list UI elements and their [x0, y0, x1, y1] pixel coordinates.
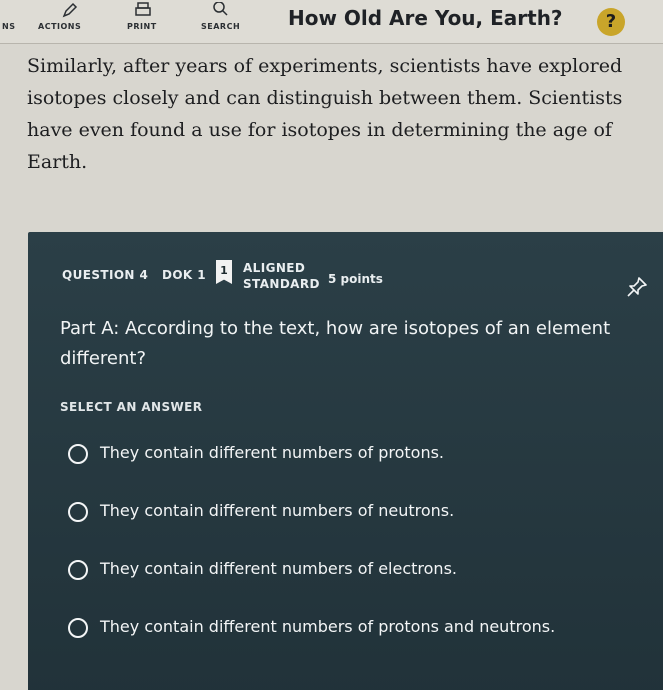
answer-option-4[interactable]: They contain different numbers of proton… — [68, 614, 588, 640]
toolbar-item-actions[interactable]: ACTIONS — [38, 22, 81, 31]
standard-badge: 1 — [216, 260, 232, 284]
question-prompt: Part A: According to the text, how are i… — [60, 318, 611, 369]
select-answer-label: SELECT AN ANSWER — [60, 400, 203, 414]
top-toolbar: NS ACTIONS PRINT SEARCH How Old Are You,… — [0, 0, 663, 44]
search-icon — [213, 2, 228, 16]
question-number: QUESTION 4 DOK 1 — [62, 268, 206, 282]
question-panel: QUESTION 4 DOK 1 1 ALIGNED STANDARD 5 po… — [28, 232, 663, 690]
answer-option-text: They contain different numbers of electr… — [100, 559, 457, 578]
toolbar-item-print[interactable]: PRINT — [127, 22, 157, 31]
toolbar-item-ns[interactable]: NS — [2, 22, 15, 31]
answer-option-text: They contain different numbers of proton… — [100, 443, 444, 462]
dok-level: DOK 1 — [161, 268, 206, 282]
aligned-standard-link[interactable]: ALIGNED STANDARD — [243, 260, 320, 292]
answer-option-1[interactable]: They contain different numbers of proton… — [68, 440, 588, 466]
page-title: How Old Are You, Earth? — [288, 6, 563, 30]
printer-icon — [135, 2, 151, 16]
answer-option-text: They contain different numbers of neutro… — [100, 501, 455, 520]
answer-option-text: They contain different numbers of proton… — [100, 617, 556, 636]
radio-button[interactable] — [68, 618, 88, 638]
radio-button[interactable] — [68, 560, 88, 580]
toolbar-item-search[interactable]: SEARCH — [201, 22, 240, 31]
reading-passage: Similarly, after years of experiments, s… — [27, 55, 623, 173]
radio-button[interactable] — [68, 502, 88, 522]
answer-option-2[interactable]: They contain different numbers of neutro… — [68, 498, 588, 524]
pin-icon[interactable] — [626, 276, 648, 298]
answer-option-3[interactable]: They contain different numbers of electr… — [68, 556, 588, 582]
pencil-icon — [62, 2, 78, 18]
help-button[interactable]: ? — [597, 8, 625, 36]
points-value: 5 points — [328, 272, 383, 286]
radio-button[interactable] — [68, 444, 88, 464]
